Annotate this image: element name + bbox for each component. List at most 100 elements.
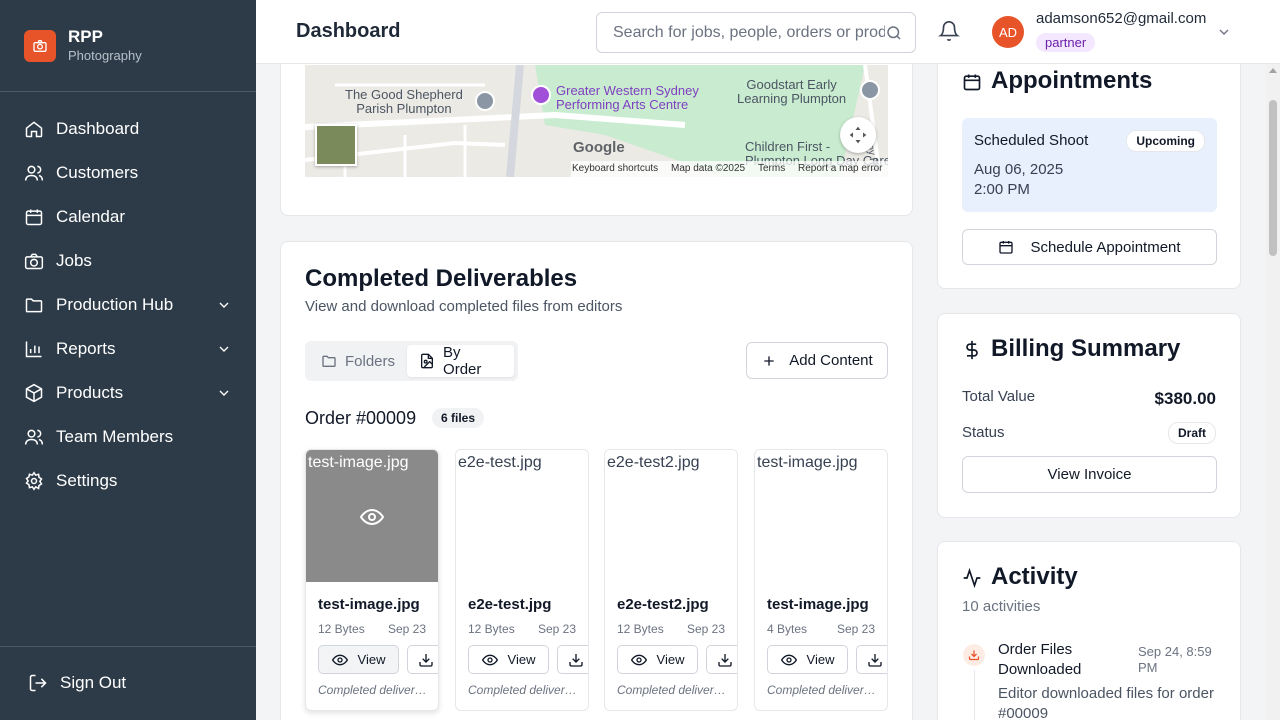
file-thumbnail[interactable]: e2e-test2.jpg [605, 450, 737, 582]
camera-icon [24, 251, 44, 271]
sign-out-button[interactable]: Sign Out [0, 647, 256, 719]
search-input[interactable] [613, 23, 885, 42]
scroll-up-arrow-icon[interactable] [1269, 68, 1277, 73]
file-thumbnail[interactable]: test-image.jpg [755, 450, 887, 582]
appointments-title-text: Appointments [991, 67, 1153, 94]
sign-out-label: Sign Out [60, 673, 127, 692]
schedule-appointment-button[interactable]: Schedule Appointment [962, 229, 1217, 265]
avatar[interactable]: AD [992, 16, 1024, 48]
activity-pulse-icon [962, 567, 982, 589]
users-icon [24, 163, 44, 183]
sidebar-item-jobs[interactable]: Jobs [0, 239, 256, 283]
file-note: Completed deliverables [318, 683, 428, 697]
section-title: Completed Deliverables [305, 265, 578, 292]
sidebar-item-settings[interactable]: Settings [0, 459, 256, 503]
broken-image-alt: test-image.jpg [757, 454, 858, 471]
eye-icon [481, 652, 498, 668]
download-button[interactable] [856, 645, 887, 674]
appointment-item[interactable]: Scheduled Shoot Upcoming Aug 06, 2025 2:… [962, 118, 1217, 212]
tab-by-order[interactable]: By Order [407, 344, 514, 378]
scrollbar-thumb[interactable] [1269, 100, 1277, 256]
view-button[interactable]: View [767, 645, 848, 674]
sidebar-item-calendar[interactable]: Calendar [0, 195, 256, 239]
view-toggle: Folders By Order [305, 341, 518, 381]
status-label: Status [962, 424, 1005, 441]
place-pin-icon[interactable] [475, 91, 495, 111]
download-button[interactable] [706, 645, 737, 674]
calendar-icon [962, 71, 982, 91]
sign-out-section: Sign Out [0, 646, 256, 720]
sidebar-item-label: Settings [56, 471, 118, 490]
home-icon [24, 119, 44, 139]
sidebar-item-reports[interactable]: Reports [0, 327, 256, 371]
view-button[interactable]: View [468, 645, 549, 674]
download-button[interactable] [557, 645, 588, 674]
file-name: test-image.jpg [318, 596, 420, 613]
brand[interactable]: RPP Photography [0, 0, 256, 92]
file-note: Completed deliverables [617, 683, 727, 697]
file-size: 12 Bytes [617, 622, 664, 636]
logout-icon [28, 673, 48, 693]
view-label: View [806, 652, 835, 667]
folder-icon [24, 295, 44, 315]
place-pin-icon[interactable] [531, 85, 551, 105]
download-button[interactable] [407, 645, 438, 674]
tab-label: Folders [345, 352, 396, 370]
brand-name: RPP [68, 26, 103, 46]
file-card[interactable]: test-image.jpg test-image.jpg 4 Bytes Se… [754, 449, 888, 711]
camera-logo-icon [24, 29, 56, 62]
user-role-badge: partner [1036, 33, 1096, 52]
map-label-arts-centre: Greater Western Sydney Performing Arts C… [556, 83, 699, 112]
appointments-card: Appointments Scheduled Shoot Upcoming Au… [937, 30, 1241, 289]
satellite-view-thumbnail[interactable] [315, 124, 357, 166]
terms-link[interactable]: Terms [758, 163, 785, 174]
eye-icon[interactable] [359, 505, 385, 529]
fullscreen-toggle-icon[interactable] [840, 117, 876, 153]
file-size: 4 Bytes [767, 622, 808, 636]
sidebar-item-customers[interactable]: Customers [0, 151, 256, 195]
file-thumbnail[interactable]: e2e-test.jpg [456, 450, 588, 582]
team-icon [24, 427, 44, 447]
sidebar-item-label: Reports [56, 339, 116, 358]
search-icon[interactable] [885, 24, 903, 42]
view-button[interactable]: View [617, 645, 698, 674]
status-badge: Draft [1167, 422, 1216, 444]
view-invoice-button[interactable]: View Invoice [962, 456, 1217, 493]
file-card[interactable]: e2e-test.jpg e2e-test.jpg 12 Bytes Sep 2… [455, 449, 589, 711]
sidebar-item-dashboard[interactable]: Dashboard [0, 107, 256, 151]
file-card[interactable]: test-image.jpg test-image.jpg 12 Bytes S… [305, 449, 439, 711]
add-content-button[interactable]: Add Content [746, 342, 888, 379]
file-card[interactable]: e2e-test2.jpg e2e-test2.jpg 12 Bytes Sep… [604, 449, 738, 711]
keyboard-shortcuts-link[interactable]: Keyboard shortcuts [572, 163, 658, 174]
sidebar-item-label: Calendar [56, 207, 125, 226]
view-label: View [507, 652, 536, 667]
sidebar-item-products[interactable]: Products [0, 371, 256, 415]
appointments-title: Appointments [962, 67, 1152, 95]
file-note: Completed deliverables [468, 683, 578, 697]
activity-card: Activity 10 activities Order Files Downl… [937, 541, 1241, 720]
total-value: $380.00 [1154, 389, 1216, 408]
report-map-error-link[interactable]: Report a map error [798, 163, 882, 174]
download-icon [717, 652, 733, 668]
billing-title: Billing Summary [962, 335, 1180, 363]
sidebar-item-team-members[interactable]: Team Members [0, 415, 256, 459]
file-count-badge: 6 files [432, 408, 485, 428]
sidebar-item-label: Team Members [56, 427, 174, 446]
view-button[interactable]: View [318, 645, 399, 674]
chevron-down-icon[interactable] [1216, 24, 1232, 40]
place-pin-icon[interactable] [860, 80, 880, 100]
gear-icon [24, 471, 44, 491]
file-date: Sep 23 [387, 622, 426, 636]
file-thumbnail[interactable]: test-image.jpg [306, 450, 438, 582]
map[interactable]: The Good Shepherd Parish Plumpton Greate… [305, 65, 888, 177]
download-icon [867, 652, 883, 668]
page-scrollbar[interactable] [1266, 64, 1280, 720]
schedule-appointment-label: Schedule Appointment [1030, 238, 1181, 256]
bell-icon[interactable] [938, 20, 962, 44]
search-box[interactable] [596, 12, 916, 53]
order-title: Order #00009 [305, 408, 417, 428]
tab-folders[interactable]: Folders [309, 345, 407, 377]
calendar-icon [998, 239, 1014, 255]
sidebar-item-production-hub[interactable]: Production Hub [0, 283, 256, 327]
broken-image-alt: test-image.jpg [308, 454, 409, 471]
